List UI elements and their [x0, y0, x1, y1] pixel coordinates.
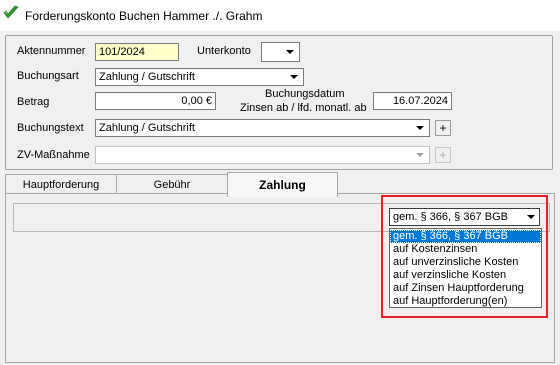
zv-massnahme-label: ZV-Maßnahme [17, 149, 90, 161]
chevron-down-icon [290, 75, 298, 79]
unterkonto-label: Unterkonto [197, 45, 251, 57]
buchungstext-value: Zahlung / Gutschrift [99, 122, 195, 134]
window-title: Forderungskonto Buchen Hammer ./. Grahm [25, 9, 263, 23]
green-check-icon [3, 5, 19, 19]
chevron-down-icon [416, 126, 424, 130]
add-buchungstext-button[interactable]: + [435, 120, 451, 136]
tab-zahlung[interactable]: Zahlung [227, 172, 338, 197]
buchungsart-combo[interactable]: Zahlung / Gutschrift [95, 68, 304, 86]
buchungsart-label: Buchungsart [17, 70, 79, 82]
title-bar: Forderungskonto Buchen Hammer ./. Grahm [0, 0, 560, 31]
betrag-label: Betrag [17, 96, 50, 108]
highlight-box [381, 195, 548, 318]
buchungsdatum-label: Buchungsdatum [265, 88, 345, 100]
zv-massnahme-combo[interactable] [95, 146, 430, 164]
unterkonto-combo[interactable] [261, 42, 300, 62]
buchungstext-combo[interactable]: Zahlung / Gutschrift [95, 119, 430, 137]
buchungstext-label: Buchungstext [17, 122, 84, 134]
betrag-field[interactable]: 0,00 € [95, 92, 216, 110]
buchungstext-dropdown-button[interactable] [412, 120, 429, 136]
aktennummer-label: Aktennummer [17, 45, 86, 57]
buchungsdatum-field[interactable]: 16.07.2024 [373, 92, 452, 110]
aktennummer-field[interactable]: 101/2024 [95, 43, 179, 61]
zv-dropdown-button[interactable] [412, 147, 429, 163]
buchungsart-value: Zahlung / Gutschrift [99, 71, 195, 83]
booking-window: Forderungskonto Buchen Hammer ./. Grahm … [0, 0, 560, 365]
buchungsart-dropdown-button[interactable] [286, 69, 303, 85]
unterkonto-dropdown-button[interactable] [282, 44, 299, 60]
zinsen-ab-label: Zinsen ab / lfd. monatl. ab [240, 102, 367, 114]
chevron-down-icon [416, 153, 424, 157]
chevron-down-icon [286, 50, 294, 54]
add-zv-button[interactable]: + [435, 147, 451, 163]
